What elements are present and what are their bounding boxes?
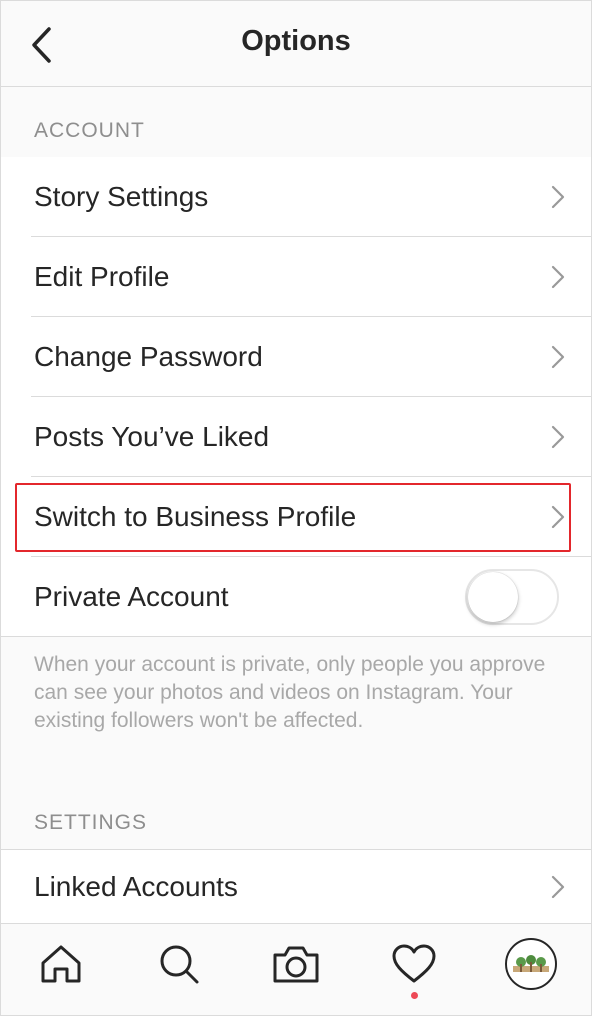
tab-home[interactable]: [31, 934, 91, 994]
tab-profile[interactable]: [501, 934, 561, 994]
options-screen: Options ACCOUNT Story Settings Edit Prof…: [0, 0, 592, 1016]
row-label: Posts You’ve Liked: [34, 421, 270, 452]
row-linked-accounts[interactable]: Linked Accounts: [1, 849, 591, 923]
chevron-right-icon: [551, 345, 565, 369]
camera-icon: [273, 946, 319, 983]
profile-avatar: [505, 938, 557, 990]
row-switch-business-profile[interactable]: Switch to Business Profile: [1, 477, 591, 557]
row-story-settings[interactable]: Story Settings: [1, 157, 591, 237]
private-account-toggle[interactable]: [465, 569, 559, 625]
row-label: Private Account: [34, 581, 229, 612]
row-edit-profile[interactable]: Edit Profile: [1, 237, 591, 317]
row-label: Switch to Business Profile: [34, 501, 357, 532]
row-label: Linked Accounts: [34, 870, 238, 902]
tab-activity[interactable]: [384, 934, 444, 999]
row-label: Change Password: [34, 341, 263, 372]
section-label-account: ACCOUNT: [34, 119, 145, 142]
private-account-note: When your account is private, only peopl…: [34, 653, 546, 732]
avatar-image: [513, 955, 549, 972]
row-private-account: Private Account: [1, 557, 591, 637]
row-posts-liked[interactable]: Posts You’ve Liked: [1, 397, 591, 477]
heart-icon: [392, 944, 436, 983]
row-label: Story Settings: [34, 181, 209, 212]
tab-camera[interactable]: [266, 934, 326, 994]
chevron-right-icon: [551, 505, 565, 529]
toggle-knob: [468, 572, 518, 622]
chevron-right-icon: [551, 425, 565, 449]
row-change-password[interactable]: Change Password: [1, 317, 591, 397]
tab-search[interactable]: [149, 934, 209, 994]
page-title: Options: [241, 25, 351, 57]
notification-dot: [411, 992, 418, 999]
home-icon: [41, 945, 81, 983]
row-divider: [1, 636, 591, 637]
section-label-settings: SETTINGS: [34, 811, 148, 834]
tab-bar: [1, 923, 591, 1003]
search-icon: [160, 945, 199, 984]
row-label: Edit Profile: [34, 261, 170, 292]
chevron-right-icon: [551, 185, 565, 209]
chevron-right-icon: [551, 875, 565, 898]
header-bar: Options: [1, 1, 591, 87]
chevron-right-icon: [551, 265, 565, 289]
